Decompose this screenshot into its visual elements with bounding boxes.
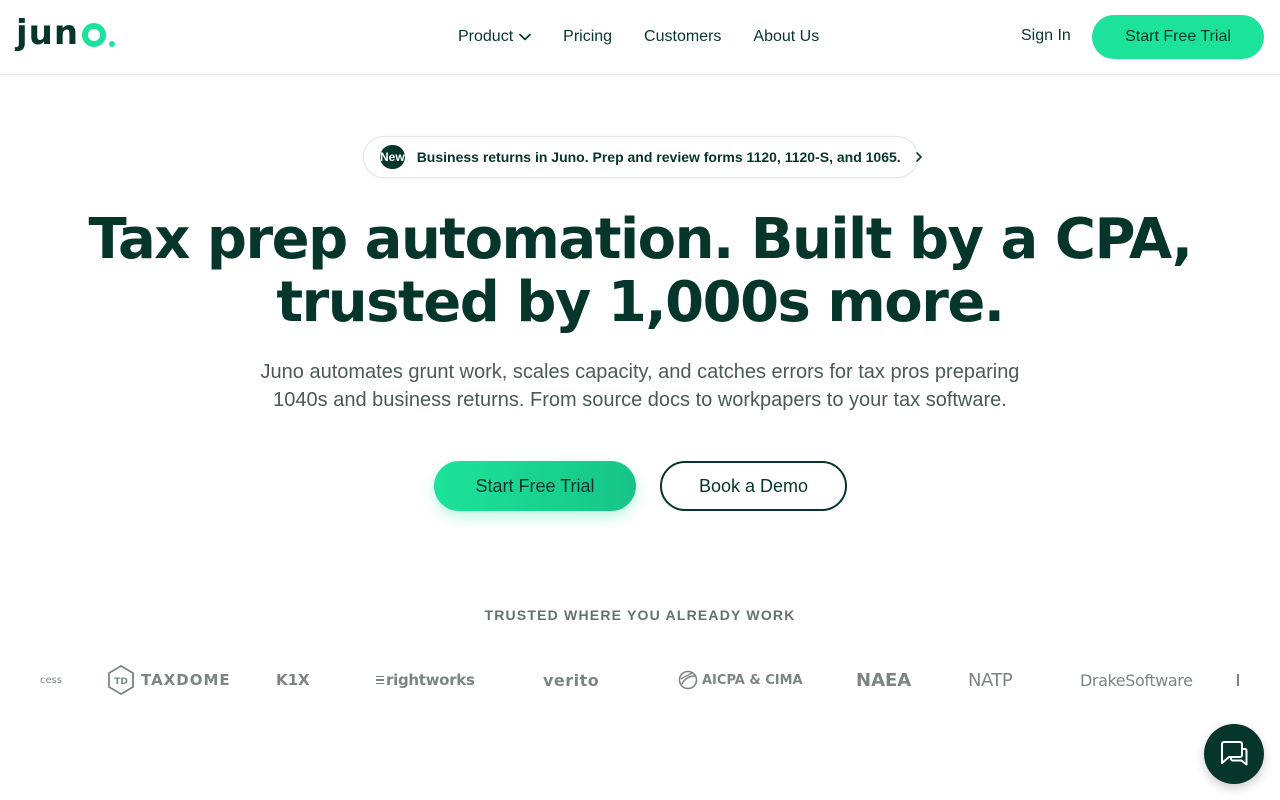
nav-about-us-label: About Us bbox=[753, 28, 820, 45]
rightworks-lines-icon bbox=[376, 675, 384, 685]
logo-dot-mark bbox=[109, 41, 116, 47]
hero-title-line-1: Tax prep automation. Built by a CPA, bbox=[88, 207, 1194, 272]
hero-subtitle-line-2: 1040s and business returns. From source … bbox=[273, 389, 1007, 411]
juno-logo[interactable]: jun bbox=[16, 13, 116, 53]
nav-product[interactable]: Product bbox=[458, 28, 531, 46]
logo-text: jun bbox=[16, 13, 80, 53]
hero-start-free-trial-button[interactable]: Start Free Trial bbox=[434, 461, 636, 511]
nav-pricing-label: Pricing bbox=[563, 28, 613, 45]
chat-widget-button[interactable] bbox=[1204, 724, 1264, 784]
nav-customers-label: Customers bbox=[644, 28, 722, 45]
new-badge: New bbox=[380, 145, 405, 169]
main-nav: Product Pricing Customers About Us bbox=[458, 26, 819, 48]
hero-subtitle-line-1: Juno automates grunt work, scales capaci… bbox=[260, 361, 1020, 383]
logo-natp: NATP bbox=[968, 669, 1013, 691]
header-start-free-trial-button[interactable]: Start Free Trial bbox=[1092, 15, 1264, 59]
taxdome-hex-icon: TD bbox=[107, 665, 135, 695]
chevron-right-icon bbox=[915, 151, 923, 163]
chat-bubble-icon bbox=[1219, 740, 1249, 768]
logo-verito: verito bbox=[543, 670, 600, 690]
logo-cess: cess bbox=[40, 674, 63, 686]
nav-customers[interactable]: Customers bbox=[644, 28, 721, 46]
logo-naea: NAEA bbox=[856, 669, 912, 691]
logo-o-mark bbox=[82, 23, 107, 47]
nav-about-us[interactable]: About Us bbox=[753, 28, 819, 46]
logo-aicpa-cima: AICPA & CIMA bbox=[678, 660, 803, 700]
chevron-down-icon bbox=[519, 28, 531, 46]
hero-title-line-2: trusted by 1,000s more. bbox=[276, 270, 1005, 335]
logo-partial bbox=[1237, 660, 1239, 700]
svg-text:TD: TD bbox=[114, 677, 128, 687]
nav-pricing[interactable]: Pricing bbox=[563, 28, 612, 46]
aicpa-globe-icon bbox=[678, 670, 698, 690]
nav-product-label: Product bbox=[458, 28, 514, 45]
sign-in-link[interactable]: Sign In bbox=[1021, 27, 1071, 45]
site-header: jun Product Pricing Customers About Us S… bbox=[0, 0, 1280, 75]
book-a-demo-button[interactable]: Book a Demo bbox=[660, 461, 847, 511]
logo-rightworks: rightworks bbox=[376, 660, 475, 700]
partner-logo-strip: cess TD TAXDOME K1X rightworks verito AI… bbox=[0, 660, 1280, 704]
hero-title: Tax prep automation. Built by a CPA, tru… bbox=[0, 208, 1280, 334]
logo-k1x: K1X bbox=[276, 671, 310, 689]
logo-drake-software: DrakeSoftware bbox=[1080, 670, 1193, 690]
announcement-banner[interactable]: New Business returns in Juno. Prep and r… bbox=[363, 136, 922, 178]
logo-taxdome: TD TAXDOME bbox=[107, 660, 231, 700]
trusted-heading: TRUSTED WHERE YOU ALREADY WORK bbox=[484, 607, 796, 623]
announcement-text: Business returns in Juno. Prep and revie… bbox=[416, 149, 901, 165]
hero-subtitle: Juno automates grunt work, scales capaci… bbox=[240, 358, 1040, 414]
